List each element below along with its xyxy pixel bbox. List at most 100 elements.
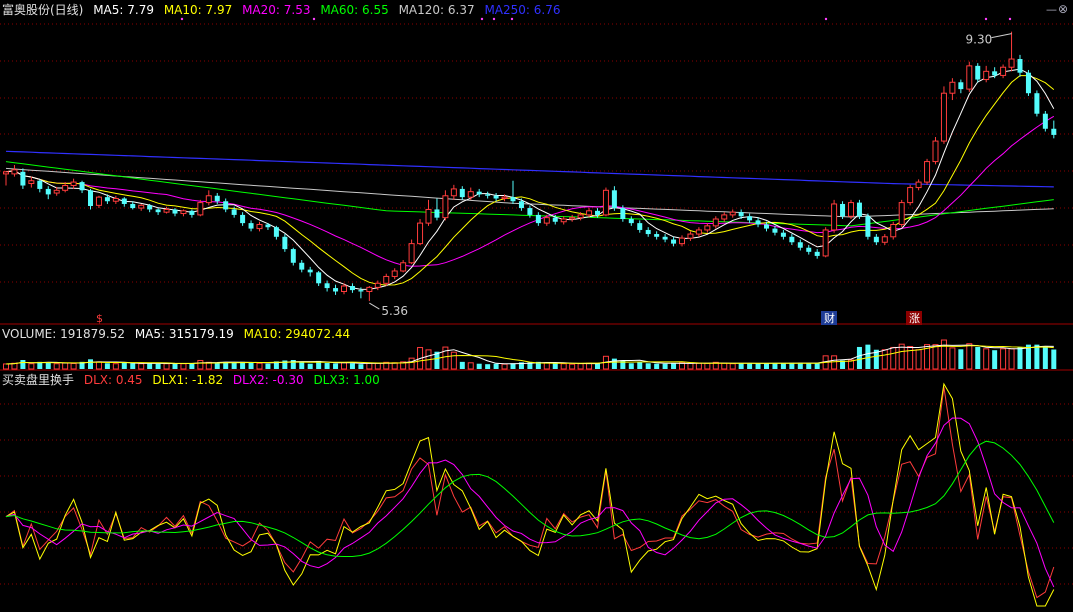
volume-bar xyxy=(408,357,415,370)
candle-body xyxy=(53,189,60,194)
candle-body xyxy=(738,212,744,217)
candle-body xyxy=(130,203,136,209)
dlx2-line xyxy=(5,417,1055,588)
candle-body xyxy=(138,204,145,209)
candle-body xyxy=(434,209,440,218)
candle-body xyxy=(881,236,888,243)
candle-body xyxy=(366,286,373,292)
candle-body xyxy=(797,242,803,248)
volume-bar xyxy=(467,362,474,370)
candle-body xyxy=(535,214,541,224)
signal-dot xyxy=(510,17,514,21)
candle-body xyxy=(772,228,778,233)
volume-bar xyxy=(256,362,263,370)
volume-bar xyxy=(958,349,964,369)
candle-body xyxy=(975,65,981,80)
volume-bar xyxy=(806,363,812,369)
candle-body xyxy=(755,220,761,225)
candle-body xyxy=(485,194,491,196)
candle-body xyxy=(450,188,457,197)
candle-body xyxy=(265,224,271,228)
volume-bar xyxy=(189,363,195,369)
volume-bar xyxy=(172,363,178,369)
candle-body xyxy=(147,205,153,210)
volume-bar xyxy=(704,362,711,370)
volume-bar xyxy=(831,355,838,370)
candle-body xyxy=(20,171,26,186)
candle-body xyxy=(189,210,195,215)
candle-body xyxy=(1000,66,1007,76)
candle-body xyxy=(848,202,854,217)
volume-bar xyxy=(307,363,313,369)
volume-bar xyxy=(493,363,499,369)
candle-body xyxy=(890,223,897,238)
candle-body xyxy=(155,209,161,213)
candle-body xyxy=(637,223,643,230)
volume-bar xyxy=(595,363,600,369)
volume-bar xyxy=(975,346,981,369)
volume-bar xyxy=(349,363,355,369)
volume-bar xyxy=(907,345,914,370)
volume-bar xyxy=(543,362,550,370)
candle-body xyxy=(721,214,728,220)
volume-bar xyxy=(856,346,862,369)
volume-bar xyxy=(214,362,220,369)
volume-bar xyxy=(797,362,803,369)
candle-body xyxy=(1025,72,1031,94)
volume-bar xyxy=(949,347,956,370)
candle-body xyxy=(654,234,660,237)
candle-body xyxy=(806,247,812,252)
volume-bar xyxy=(569,363,576,370)
signal-dot xyxy=(480,17,484,21)
volume-ma10-line xyxy=(5,345,1054,365)
volume-bar xyxy=(265,363,271,369)
candle-body xyxy=(662,236,668,240)
volume-bar xyxy=(20,360,26,369)
volume-bar xyxy=(1042,346,1048,369)
signal-dot xyxy=(312,17,316,21)
candle-body xyxy=(865,216,871,237)
volume-bar xyxy=(88,359,93,369)
volume-bar xyxy=(932,344,939,370)
candle-body xyxy=(282,236,288,250)
candle-body xyxy=(1034,93,1040,114)
candle-body xyxy=(299,262,305,270)
volume-bar xyxy=(772,363,778,369)
candle-body xyxy=(518,201,524,209)
volume-bar xyxy=(577,363,584,370)
signal-dot xyxy=(984,17,988,21)
candle-body xyxy=(374,282,381,288)
candle-body xyxy=(400,262,407,272)
candle-body xyxy=(290,249,296,263)
candle-body xyxy=(88,190,93,207)
volume-bar xyxy=(560,363,567,370)
candle-body xyxy=(1042,113,1048,129)
volume-bar xyxy=(992,350,998,369)
volume-bar xyxy=(374,362,381,370)
candle-body xyxy=(527,208,533,215)
candle-body xyxy=(679,237,685,245)
volume-bar xyxy=(333,363,339,369)
signal-dot xyxy=(180,17,184,21)
candle-body xyxy=(459,188,465,198)
high-marker-line xyxy=(991,33,1012,39)
volume-bar xyxy=(95,361,102,370)
volume-bar xyxy=(324,363,330,369)
candle-body xyxy=(560,218,567,223)
candle-body xyxy=(645,229,651,235)
volume-bar xyxy=(671,363,677,369)
candle-body xyxy=(602,189,609,216)
candle-body xyxy=(595,210,600,215)
candle-body xyxy=(949,81,956,94)
volume-bar xyxy=(476,363,482,369)
volume-bar xyxy=(180,363,187,370)
candle-body xyxy=(383,275,390,284)
volume-bar xyxy=(358,364,364,369)
low-price-label: 5.36 xyxy=(381,304,408,318)
candle-body xyxy=(822,229,829,257)
volume-bar xyxy=(130,363,136,369)
candle-body xyxy=(628,219,634,224)
volume-bar xyxy=(755,363,761,369)
candle-body xyxy=(695,229,702,235)
candle-body xyxy=(324,283,330,289)
